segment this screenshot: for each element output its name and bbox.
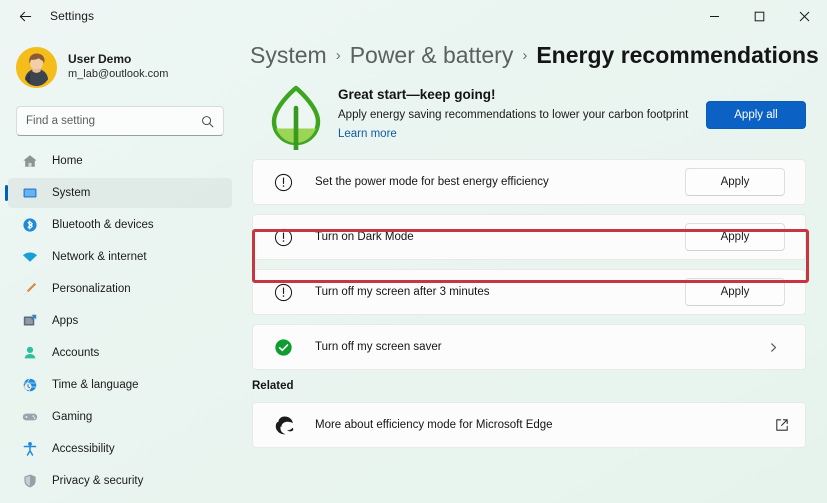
breadcrumb-item-system[interactable]: System bbox=[250, 42, 327, 69]
shield-icon bbox=[21, 472, 39, 490]
related-heading: Related bbox=[252, 380, 294, 392]
sidebar-item-bluetooth-devices[interactable]: Bluetooth & devices bbox=[8, 210, 232, 240]
person-icon bbox=[21, 344, 39, 362]
energy-banner: Great start—keep going! Apply energy sav… bbox=[250, 79, 808, 151]
apply-button[interactable]: Apply bbox=[685, 278, 785, 306]
page-title: Energy recommendations bbox=[536, 42, 819, 68]
sidebar-item-accounts[interactable]: Accounts bbox=[8, 338, 232, 368]
sidebar-item-label: Accounts bbox=[52, 347, 100, 359]
recommendation-label: Turn off my screen saver bbox=[315, 341, 442, 353]
maximize-button[interactable] bbox=[737, 0, 782, 32]
sidebar-item-gaming[interactable]: Gaming bbox=[8, 402, 232, 432]
sidebar-item-label: Accessibility bbox=[52, 443, 115, 455]
sidebar-item-label: Apps bbox=[52, 315, 79, 327]
settings-window: Settings User Demo m_lab@outlook.com Fin… bbox=[0, 0, 827, 503]
sidebar-item-label: Network & internet bbox=[52, 251, 147, 263]
sidebar-item-label: Bluetooth & devices bbox=[52, 219, 154, 231]
banner-title: Great start—keep going! bbox=[338, 87, 496, 102]
learn-more-link[interactable]: Learn more bbox=[338, 128, 397, 140]
open-in-new-icon[interactable] bbox=[775, 418, 789, 432]
sidebar-item-personalization[interactable]: Personalization bbox=[8, 274, 232, 304]
profile-email: m_lab@outlook.com bbox=[68, 68, 169, 81]
exclamation-circle-icon bbox=[273, 227, 293, 247]
apps-icon bbox=[21, 312, 39, 330]
chevron-right-icon[interactable] bbox=[761, 342, 785, 353]
breadcrumb-separator: › bbox=[522, 47, 528, 64]
sidebar-item-accessibility[interactable]: Accessibility bbox=[8, 434, 232, 464]
recommendation-row[interactable]: Turn off my screen after 3 minutes Apply bbox=[252, 269, 806, 315]
leaf-icon bbox=[264, 83, 328, 150]
sidebar-item-system[interactable]: System bbox=[5, 178, 232, 208]
sidebar: User Demo m_lab@outlook.com Find a setti… bbox=[0, 32, 240, 503]
avatar bbox=[16, 46, 57, 88]
sidebar-item-label: Privacy & security bbox=[52, 475, 144, 487]
check-circle-icon bbox=[273, 337, 293, 357]
bluetooth-icon bbox=[21, 216, 39, 234]
apply-button[interactable]: Apply bbox=[685, 168, 785, 196]
recommendation-label: Set the power mode for best energy effic… bbox=[315, 176, 549, 188]
edge-icon bbox=[273, 414, 295, 436]
search-icon bbox=[201, 115, 214, 128]
exclamation-circle-icon bbox=[273, 282, 293, 302]
related-link-row[interactable]: More about efficiency mode for Microsoft… bbox=[252, 402, 806, 448]
minimize-button[interactable] bbox=[692, 0, 737, 32]
main-content: System › Power & battery › Energy recomm… bbox=[240, 32, 827, 503]
sidebar-item-label: System bbox=[52, 187, 91, 199]
title-bar: Settings bbox=[0, 0, 827, 32]
sidebar-item-home[interactable]: Home bbox=[8, 146, 232, 176]
gamepad-icon bbox=[21, 408, 39, 426]
accessibility-icon bbox=[21, 440, 39, 458]
sidebar-nav: Home System Bluetooth & devices Network … bbox=[0, 146, 240, 496]
search-box[interactable] bbox=[16, 106, 224, 136]
breadcrumb-item-power-battery[interactable]: Power & battery bbox=[350, 42, 514, 69]
banner-subtitle: Apply energy saving recommendations to l… bbox=[338, 109, 689, 121]
recommendation-row[interactable]: Set the power mode for best energy effic… bbox=[252, 159, 806, 205]
apply-all-button[interactable]: Apply all bbox=[706, 101, 806, 129]
recommendation-label: Turn off my screen after 3 minutes bbox=[315, 286, 490, 298]
recommendation-row[interactable]: Turn off my screen saver bbox=[252, 324, 806, 370]
sidebar-item-label: Time & language bbox=[52, 379, 139, 391]
user-profile[interactable]: User Demo m_lab@outlook.com bbox=[0, 32, 240, 94]
sidebar-item-label: Home bbox=[52, 155, 83, 167]
home-icon bbox=[21, 152, 39, 170]
back-button[interactable] bbox=[8, 0, 42, 32]
sidebar-item-time-language[interactable]: Time & language bbox=[8, 370, 232, 400]
breadcrumb-separator: › bbox=[335, 47, 341, 64]
monitor-icon bbox=[21, 184, 39, 202]
recommendation-row[interactable]: Turn on Dark Mode Apply bbox=[252, 214, 806, 260]
profile-text: User Demo m_lab@outlook.com bbox=[68, 52, 168, 82]
recommendations-list: Set the power mode for best energy effic… bbox=[250, 159, 808, 370]
wifi-icon bbox=[21, 248, 39, 266]
paintbrush-icon bbox=[21, 280, 39, 298]
banner-text: Great start—keep going! Apply energy sav… bbox=[328, 83, 706, 142]
apply-button[interactable]: Apply bbox=[685, 223, 785, 251]
exclamation-circle-icon bbox=[273, 172, 293, 192]
sidebar-item-privacy-security[interactable]: Privacy & security bbox=[8, 466, 232, 496]
related-link-label: More about efficiency mode for Microsoft… bbox=[315, 419, 553, 431]
globe-clock-icon bbox=[21, 376, 39, 394]
sidebar-item-label: Gaming bbox=[52, 411, 93, 423]
breadcrumb: System › Power & battery › Energy recomm… bbox=[250, 32, 819, 69]
sidebar-item-label: Personalization bbox=[52, 283, 131, 295]
search-input[interactable] bbox=[26, 115, 201, 127]
sidebar-item-network-internet[interactable]: Network & internet bbox=[8, 242, 232, 272]
recommendation-label: Turn on Dark Mode bbox=[315, 231, 414, 243]
profile-name: User Demo bbox=[68, 52, 132, 67]
sidebar-item-apps[interactable]: Apps bbox=[8, 306, 232, 336]
close-button[interactable] bbox=[782, 0, 827, 32]
window-title: Settings bbox=[50, 9, 95, 23]
